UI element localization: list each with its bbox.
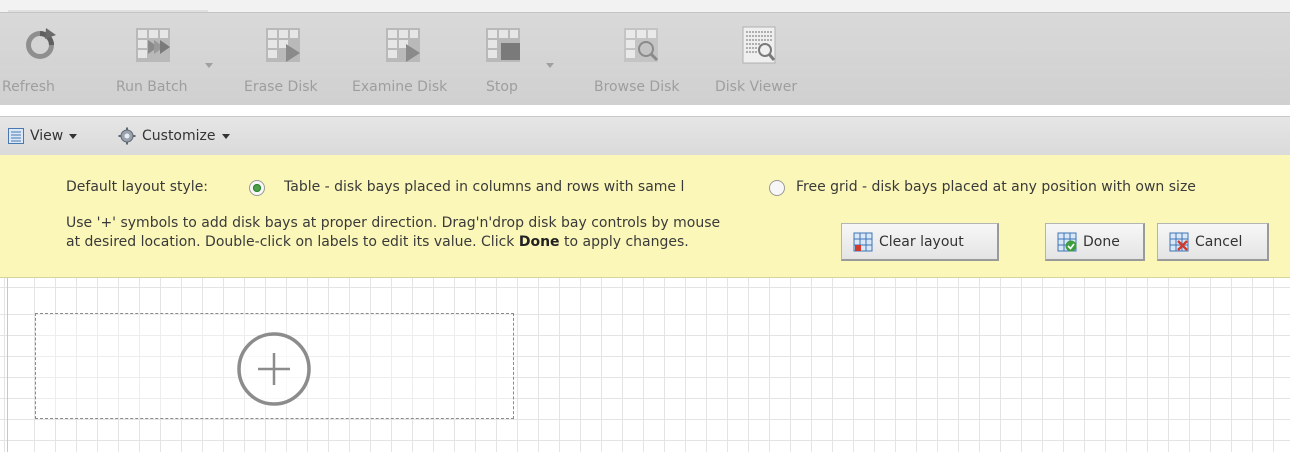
add-disk-bay-icon[interactable] xyxy=(236,331,312,407)
refresh-button[interactable]: Refresh xyxy=(0,13,100,105)
examine-disk-button[interactable]: Examine Disk xyxy=(350,13,468,105)
help-line-1: Use '+' symbols to add disk bays at prop… xyxy=(66,215,721,231)
layout-help-text: Use '+' symbols to add disk bays at prop… xyxy=(66,214,836,252)
window-top-strip xyxy=(0,0,1290,12)
help-line-2-start: at desired location. Double-click on lab… xyxy=(66,234,519,250)
radio-free-grid[interactable] xyxy=(769,180,785,196)
examine-disk-icon xyxy=(386,28,420,62)
browse-disk-icon xyxy=(624,28,659,62)
refresh-icon xyxy=(26,28,56,59)
layout-notice-panel: Default layout style: Table - disk bays … xyxy=(0,155,1290,278)
examine-disk-label: Examine Disk xyxy=(352,79,448,95)
browse-disk-label: Browse Disk xyxy=(594,79,680,95)
customize-caret-icon xyxy=(221,133,230,139)
disk-viewer-icon xyxy=(742,26,776,64)
cancel-button[interactable]: Cancel xyxy=(1157,223,1269,261)
clear-layout-label: Clear layout xyxy=(879,233,964,250)
disk-viewer-button[interactable]: Disk Viewer xyxy=(712,13,812,105)
main-toolbar: Refresh Run Batch Erase Disk Examine Dis… xyxy=(0,12,1290,105)
run-batch-label: Run Batch xyxy=(116,79,188,95)
disk-viewer-label: Disk Viewer xyxy=(715,79,798,95)
view-menu[interactable]: View xyxy=(8,125,78,147)
cancel-label: Cancel xyxy=(1195,233,1243,250)
done-icon xyxy=(1057,232,1077,251)
stop-icon xyxy=(486,28,520,62)
stop-label: Stop xyxy=(486,79,518,95)
cancel-icon xyxy=(1169,232,1189,251)
customize-label: Customize xyxy=(142,128,216,144)
stop-dropdown-icon[interactable] xyxy=(546,63,554,68)
run-batch-dropdown-icon[interactable] xyxy=(205,63,213,68)
radio-free-grid-label[interactable]: Free grid - disk bays placed at any posi… xyxy=(796,179,1196,195)
clear-layout-icon xyxy=(853,232,873,251)
done-label: Done xyxy=(1083,233,1120,250)
refresh-label: Refresh xyxy=(2,79,55,95)
view-toolbar: View Customize xyxy=(0,116,1290,156)
radio-table[interactable] xyxy=(249,180,265,196)
gear-icon xyxy=(118,127,136,145)
erase-disk-label: Erase Disk xyxy=(244,79,318,95)
clear-layout-button[interactable]: Clear layout xyxy=(841,223,999,261)
done-button[interactable]: Done xyxy=(1045,223,1145,261)
view-icon xyxy=(8,128,24,144)
run-batch-button[interactable]: Run Batch xyxy=(110,13,220,105)
view-caret-icon xyxy=(69,133,78,139)
erase-disk-button[interactable]: Erase Disk xyxy=(240,13,340,105)
erase-disk-icon xyxy=(266,28,300,62)
run-batch-icon xyxy=(136,28,170,62)
help-done-emphasis: Done xyxy=(518,234,560,250)
layout-style-label: Default layout style: xyxy=(66,179,209,195)
browse-disk-button[interactable]: Browse Disk xyxy=(592,13,700,105)
view-label: View xyxy=(30,128,64,144)
radio-table-label[interactable]: Table - disk bays placed in columns and … xyxy=(284,179,754,195)
help-line-2: at desired location. Double-click on lab… xyxy=(66,233,836,252)
canvas-left-border xyxy=(7,278,8,452)
stop-button[interactable]: Stop xyxy=(476,13,576,105)
customize-menu[interactable]: Customize xyxy=(118,125,230,147)
help-line-2-end: to apply changes. xyxy=(559,234,689,250)
